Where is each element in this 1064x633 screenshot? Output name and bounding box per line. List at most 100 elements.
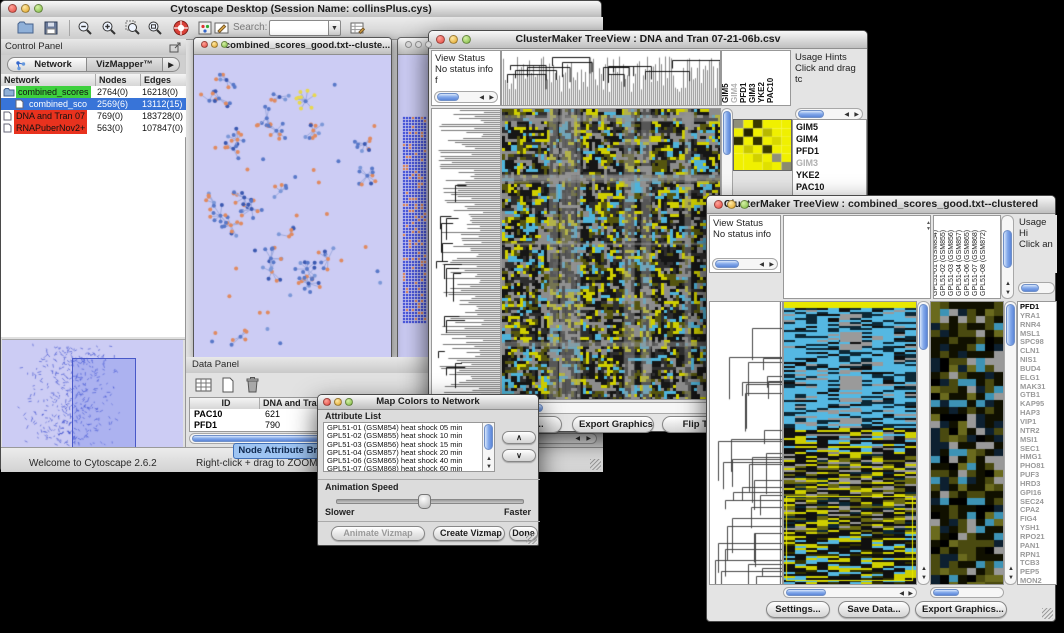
tv2-zoom-hscrollbar[interactable]	[930, 587, 1004, 598]
col-header-network[interactable]: Network	[1, 74, 96, 86]
close-button[interactable]	[714, 200, 723, 209]
close-button[interactable]	[323, 398, 331, 406]
tv1-export-graphics-button[interactable]: Export Graphics...	[572, 416, 654, 433]
scroll-right-arrow[interactable]: ▶	[854, 112, 859, 118]
network-row-dna-and-tran[interactable]: DNA and Tran 07 769(0) 183728(0)	[1, 110, 186, 122]
zoom-button[interactable]	[221, 41, 228, 48]
trash-icon[interactable]	[244, 375, 261, 399]
scrollbar-thumb[interactable]	[933, 589, 959, 596]
scroll-up-arrow[interactable]: ▲	[921, 566, 927, 572]
scroll-up-arrow[interactable]: ▲	[1008, 566, 1014, 572]
tv2-column-dendrogram[interactable]	[783, 215, 931, 299]
tv1-zoom-heatmap-canvas[interactable]	[734, 120, 791, 170]
scroll-left-arrow[interactable]: ◀	[899, 591, 904, 597]
zoom-selected-icon[interactable]	[125, 20, 141, 41]
col-header-nodes[interactable]: Nodes	[96, 74, 141, 86]
new-document-icon[interactable]	[220, 376, 236, 399]
tv1-global-heatmap[interactable]	[501, 108, 721, 400]
zoom-out-icon[interactable]	[77, 20, 93, 41]
minimize-button[interactable]	[21, 4, 30, 13]
network-row-combined-sco-selected[interactable]: combined_sco 2569(6) 13112(15)	[1, 98, 186, 110]
scrollbar-thumb[interactable]	[723, 111, 731, 155]
close-button[interactable]	[8, 4, 17, 13]
tv2-settings-button[interactable]: Settings...	[766, 601, 830, 618]
tiny-scroll-arrows[interactable]: ▲▼	[926, 220, 931, 232]
scroll-right-arrow[interactable]: ▶	[908, 591, 913, 597]
tv2-zoom-heatmap[interactable]	[930, 301, 1004, 585]
tv1-zoom-heatmap[interactable]	[733, 119, 792, 171]
tv2-global-heatmap-canvas[interactable]	[784, 302, 916, 584]
tv2-global-heatmap[interactable]	[783, 301, 917, 585]
scroll-right-arrow[interactable]: ▶	[586, 436, 591, 442]
tab-network[interactable]: Network	[7, 57, 87, 72]
scroll-up-arrow[interactable]: ▲	[1005, 281, 1011, 287]
create-vizmap-button[interactable]: Create Vizmap	[433, 526, 505, 541]
scroll-right-arrow[interactable]: ▶	[489, 95, 494, 101]
tv2-global-vscrollbar[interactable]: ▲ ▼	[917, 301, 930, 585]
tv1-column-dendrogram[interactable]	[501, 50, 721, 106]
zoom-in-icon[interactable]	[101, 20, 117, 41]
save-icon[interactable]	[43, 20, 59, 41]
tv2-status-scrollbar[interactable]: ◀ ▶	[712, 258, 778, 270]
scroll-up-arrow[interactable]: ▲	[486, 456, 492, 462]
zoom-button[interactable]	[462, 35, 471, 44]
zoom-button[interactable]	[345, 398, 353, 406]
zoom-fit-icon[interactable]	[147, 20, 163, 41]
scrollbar-thumb[interactable]	[715, 260, 739, 268]
tv1-heatmap-canvas[interactable]	[502, 109, 720, 399]
scrollbar-thumb[interactable]	[786, 589, 826, 596]
move-down-button[interactable]: ∨	[502, 449, 536, 462]
search-dropdown-button[interactable]: ▼	[328, 20, 341, 36]
close-button[interactable]	[405, 41, 412, 48]
scroll-left-arrow[interactable]: ◀	[575, 436, 580, 442]
resize-grip[interactable]	[590, 459, 601, 470]
network-row-rnapubernov2[interactable]: RNAPuberNov2+ 563(0) 107847(0)	[1, 122, 186, 134]
gene-label[interactable]: GIM3	[796, 157, 863, 169]
scrollbar-thumb[interactable]	[798, 110, 824, 118]
gene-label[interactable]: GIM5	[796, 121, 863, 133]
scroll-left-arrow[interactable]: ◀	[844, 112, 849, 118]
scroll-down-arrow[interactable]: ▼	[1005, 290, 1011, 296]
scroll-down-arrow[interactable]: ▼	[486, 464, 492, 470]
resize-grip[interactable]	[1042, 608, 1053, 619]
tv2-labels-vscrollbar[interactable]: ▲ ▼	[1001, 215, 1014, 299]
close-button[interactable]	[201, 41, 208, 48]
scroll-down-arrow[interactable]: ▼	[921, 575, 927, 581]
tv2-row-dendrogram[interactable]	[709, 301, 783, 585]
scrollbar-thumb[interactable]	[437, 93, 459, 101]
table-icon[interactable]	[194, 376, 213, 399]
attribute-listbox[interactable]: GPL51-01 (GSM854) heat shock 05 min GPL5…	[323, 422, 495, 472]
minimize-button[interactable]	[415, 41, 422, 48]
open-file-icon[interactable]	[17, 20, 34, 41]
scroll-right-arrow[interactable]: ▶	[769, 262, 774, 268]
network-window-title-bar[interactable]: combined_scores_good.txt--cluste...	[194, 38, 391, 55]
gene-label[interactable]: PAC10	[796, 181, 863, 193]
speed-slider-thumb[interactable]	[418, 494, 431, 509]
network-canvas-1[interactable]	[195, 55, 390, 357]
scroll-left-arrow[interactable]: ◀	[479, 95, 484, 101]
move-up-button[interactable]: ∧	[502, 431, 536, 444]
scrollbar-thumb[interactable]	[1003, 230, 1012, 268]
scroll-down-arrow[interactable]: ▼	[1008, 575, 1014, 581]
tab-overflow-button[interactable]: ▶	[163, 57, 180, 72]
attribute-list-vscrollbar[interactable]: ▲ ▼	[482, 423, 494, 471]
zoom-button[interactable]	[34, 4, 43, 13]
close-button[interactable]	[436, 35, 445, 44]
tv2-export-graphics-button[interactable]: Export Graphics...	[915, 601, 1007, 618]
gene-label[interactable]: YKE2	[796, 169, 863, 181]
tv2-zoom-heatmap-canvas[interactable]	[931, 302, 1003, 584]
scrollbar-thumb[interactable]	[484, 424, 493, 450]
tv2-save-data-button[interactable]: Save Data...	[838, 601, 910, 618]
dialog-title-bar[interactable]: Map Colors to Network	[318, 395, 538, 410]
minimize-button[interactable]	[334, 398, 342, 406]
tab-vizmapper[interactable]: VizMapper™	[87, 57, 163, 72]
help-lifebuoy-icon[interactable]	[173, 20, 189, 41]
gene-label[interactable]: PFD1	[796, 145, 863, 157]
tv1-column-dendrogram-canvas[interactable]	[502, 51, 720, 106]
tv2-usage-scrollbar[interactable]	[1018, 282, 1055, 294]
minimize-button[interactable]	[727, 200, 736, 209]
tv1-row-dendrogram[interactable]	[431, 108, 501, 400]
zoom-button[interactable]	[740, 200, 749, 209]
zoom-button[interactable]	[425, 41, 432, 48]
resize-grip[interactable]	[526, 533, 537, 544]
